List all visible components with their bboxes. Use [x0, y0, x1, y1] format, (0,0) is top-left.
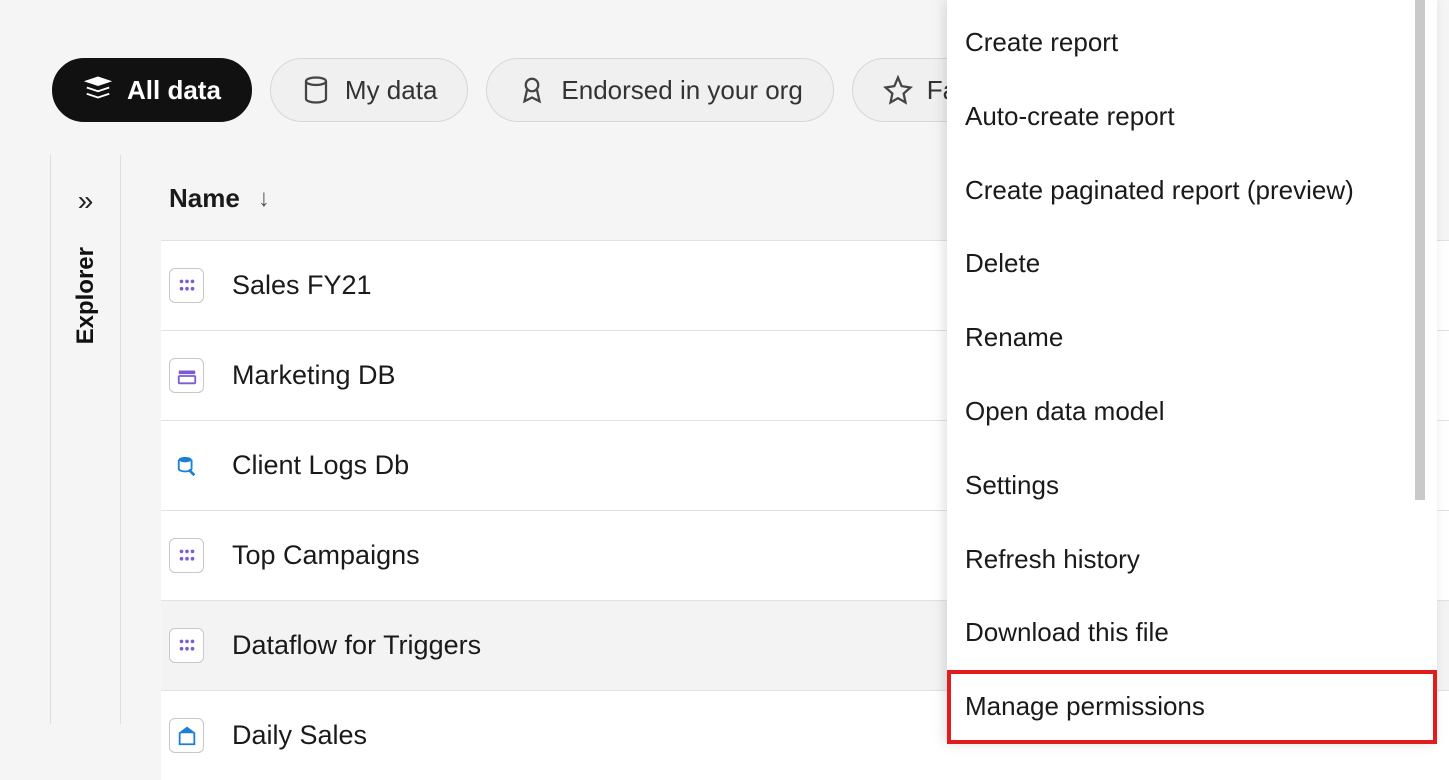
menu-download-file[interactable]: Download this file [947, 596, 1437, 670]
dataset-icon [169, 268, 204, 303]
menu-manage-permissions[interactable]: Manage permissions [947, 670, 1437, 744]
explorer-column: » Explorer [51, 155, 121, 724]
scrollbar-thumb[interactable] [1415, 0, 1425, 500]
menu-refresh-history[interactable]: Refresh history [947, 523, 1437, 597]
menu-delete[interactable]: Delete [947, 227, 1437, 301]
expand-icon[interactable]: » [78, 185, 94, 217]
row-name: Marketing DB [232, 360, 396, 391]
menu-create-report[interactable]: Create report [947, 6, 1437, 80]
row-name: Dataflow for Triggers [232, 630, 481, 661]
dataset-icon [169, 538, 204, 573]
filter-my-data[interactable]: My data [270, 58, 469, 122]
filter-label: My data [345, 75, 438, 106]
row-name: Daily Sales [232, 720, 367, 751]
menu-open-data-model[interactable]: Open data model [947, 375, 1437, 449]
filter-label: All data [127, 75, 221, 106]
datamart-icon [169, 358, 204, 393]
ribbon-icon [517, 75, 547, 105]
sql-icon [169, 448, 204, 483]
header-text: Name [169, 183, 240, 214]
menu-rename[interactable]: Rename [947, 301, 1437, 375]
menu-settings[interactable]: Settings [947, 449, 1437, 523]
filter-label: Endorsed in your org [561, 75, 802, 106]
menu-create-paginated-report[interactable]: Create paginated report (preview) [947, 154, 1437, 228]
row-name: Sales FY21 [232, 270, 372, 301]
context-menu: Create report Auto-create report Create … [947, 0, 1437, 744]
menu-auto-create-report[interactable]: Auto-create report [947, 80, 1437, 154]
cylinder-icon [301, 75, 331, 105]
sort-down-icon: ↓ [258, 185, 270, 213]
explorer-label: Explorer [72, 247, 100, 344]
stack-icon [83, 75, 113, 105]
scrollbar[interactable] [1415, 0, 1425, 500]
row-name: Top Campaigns [232, 540, 420, 571]
filter-endorsed[interactable]: Endorsed in your org [486, 58, 833, 122]
filter-all-data[interactable]: All data [52, 58, 252, 122]
row-name: Client Logs Db [232, 450, 409, 481]
star-icon [883, 75, 913, 105]
report-icon [169, 718, 204, 753]
dataset-icon [169, 628, 204, 663]
